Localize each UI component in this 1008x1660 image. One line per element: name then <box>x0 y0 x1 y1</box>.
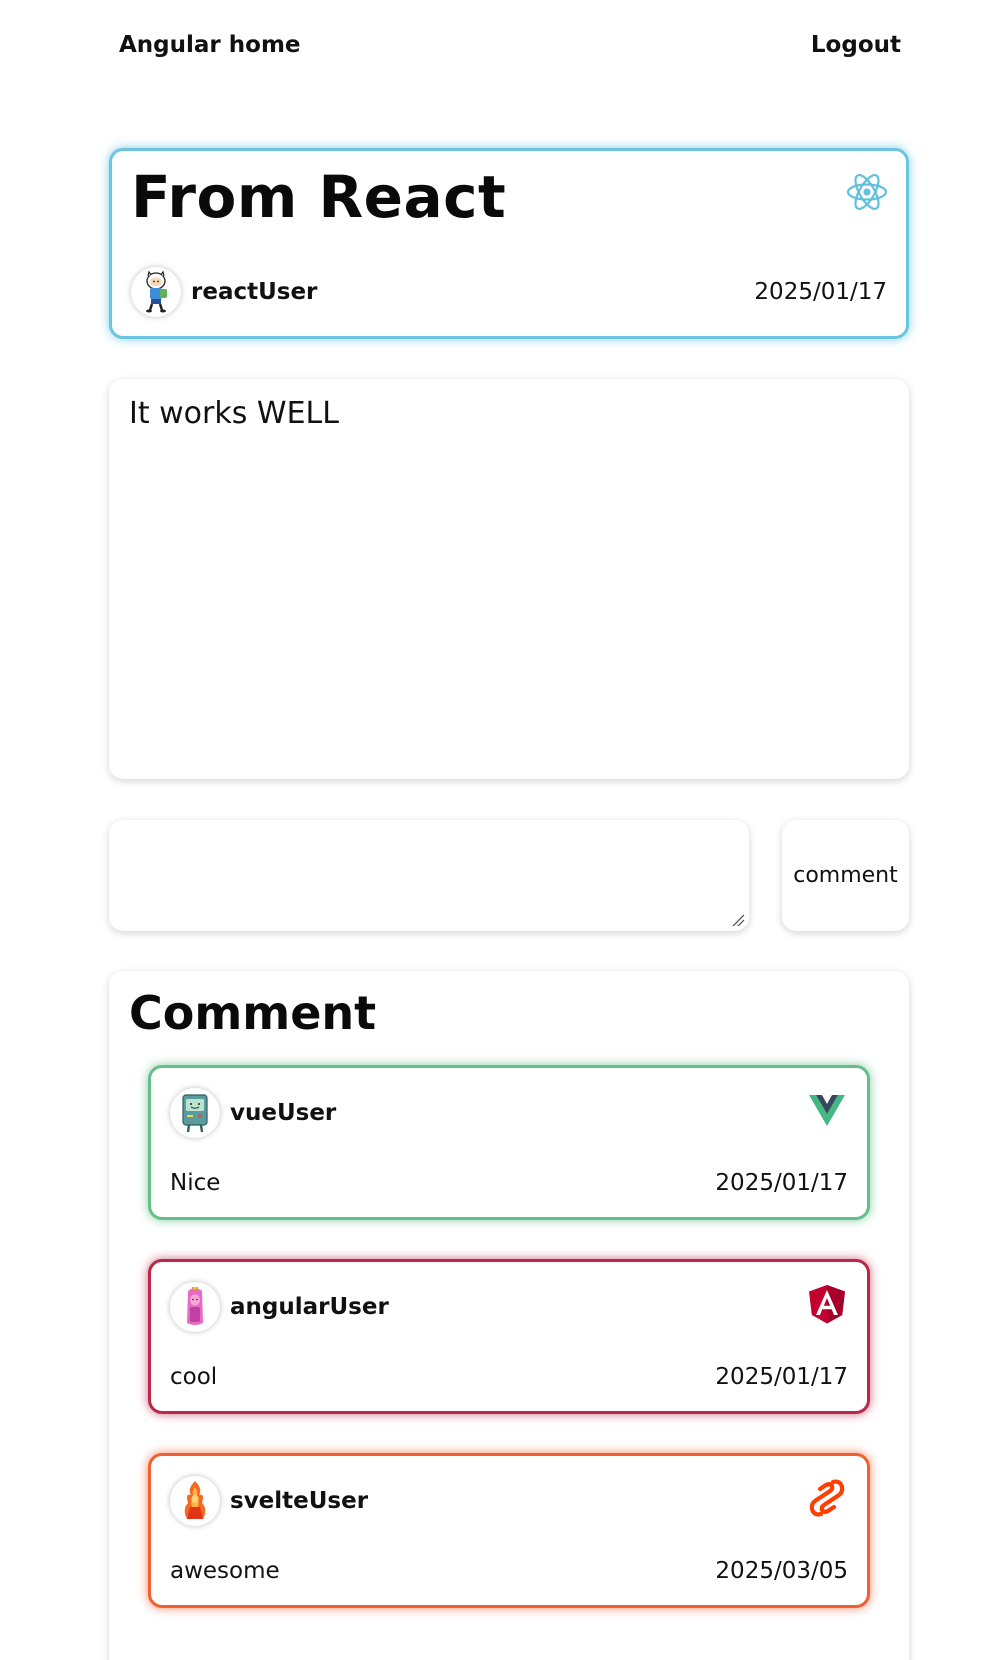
avatar <box>170 1282 220 1332</box>
svelte-icon <box>809 1479 845 1517</box>
comment-item: angularUser cool 2025/01/17 <box>148 1259 870 1414</box>
resize-grip-icon[interactable] <box>731 913 745 927</box>
vue-icon <box>809 1095 845 1126</box>
comment-date: 2025/01/17 <box>715 1364 848 1390</box>
post-date: 2025/01/17 <box>754 279 887 305</box>
comment-text: Nice <box>170 1170 221 1196</box>
comment-button[interactable]: comment <box>782 820 909 931</box>
flame-princess-avatar-icon <box>184 1481 206 1519</box>
finn-avatar-icon <box>146 270 167 313</box>
comment-input[interactable] <box>109 820 749 931</box>
comment-author-name: svelteUser <box>230 1488 369 1514</box>
post-header-card: From React reactUser 2025/01/17 <box>109 148 909 339</box>
page: Angular home Logout From React reactUser… <box>0 0 1008 1660</box>
princess-bubblegum-avatar-icon <box>187 1286 203 1325</box>
post-author-name: reactUser <box>191 279 318 305</box>
comment-author: angularUser <box>170 1282 389 1332</box>
post-body-card: It works WELL <box>109 379 909 779</box>
post-title: From React <box>131 163 507 231</box>
bmo-avatar-icon <box>182 1094 208 1133</box>
top-nav: Angular home Logout <box>119 32 901 68</box>
logout-link[interactable]: Logout <box>811 32 901 58</box>
comment-author: vueUser <box>170 1088 336 1138</box>
comment-text: cool <box>170 1364 218 1390</box>
avatar <box>170 1088 220 1138</box>
comment-date: 2025/03/05 <box>715 1558 848 1584</box>
comment-text: awesome <box>170 1558 280 1584</box>
post-body-text: It works WELL <box>129 396 339 431</box>
angular-icon <box>809 1285 845 1324</box>
angular-home-link[interactable]: Angular home <box>119 32 301 58</box>
comment-date: 2025/01/17 <box>715 1170 848 1196</box>
comment-author-name: angularUser <box>230 1294 389 1320</box>
post-author: reactUser <box>131 267 317 317</box>
comments-section: Comment vueUser Nice 2025/01/17 angularU… <box>109 971 909 1660</box>
comment-author: svelteUser <box>170 1476 368 1526</box>
react-icon <box>846 174 888 210</box>
avatar <box>170 1476 220 1526</box>
avatar <box>131 267 181 317</box>
comments-heading: Comment <box>129 986 377 1040</box>
comment-author-name: vueUser <box>230 1100 337 1126</box>
comment-item: vueUser Nice 2025/01/17 <box>148 1065 870 1220</box>
comment-item: svelteUser awesome 2025/03/05 <box>148 1453 870 1608</box>
